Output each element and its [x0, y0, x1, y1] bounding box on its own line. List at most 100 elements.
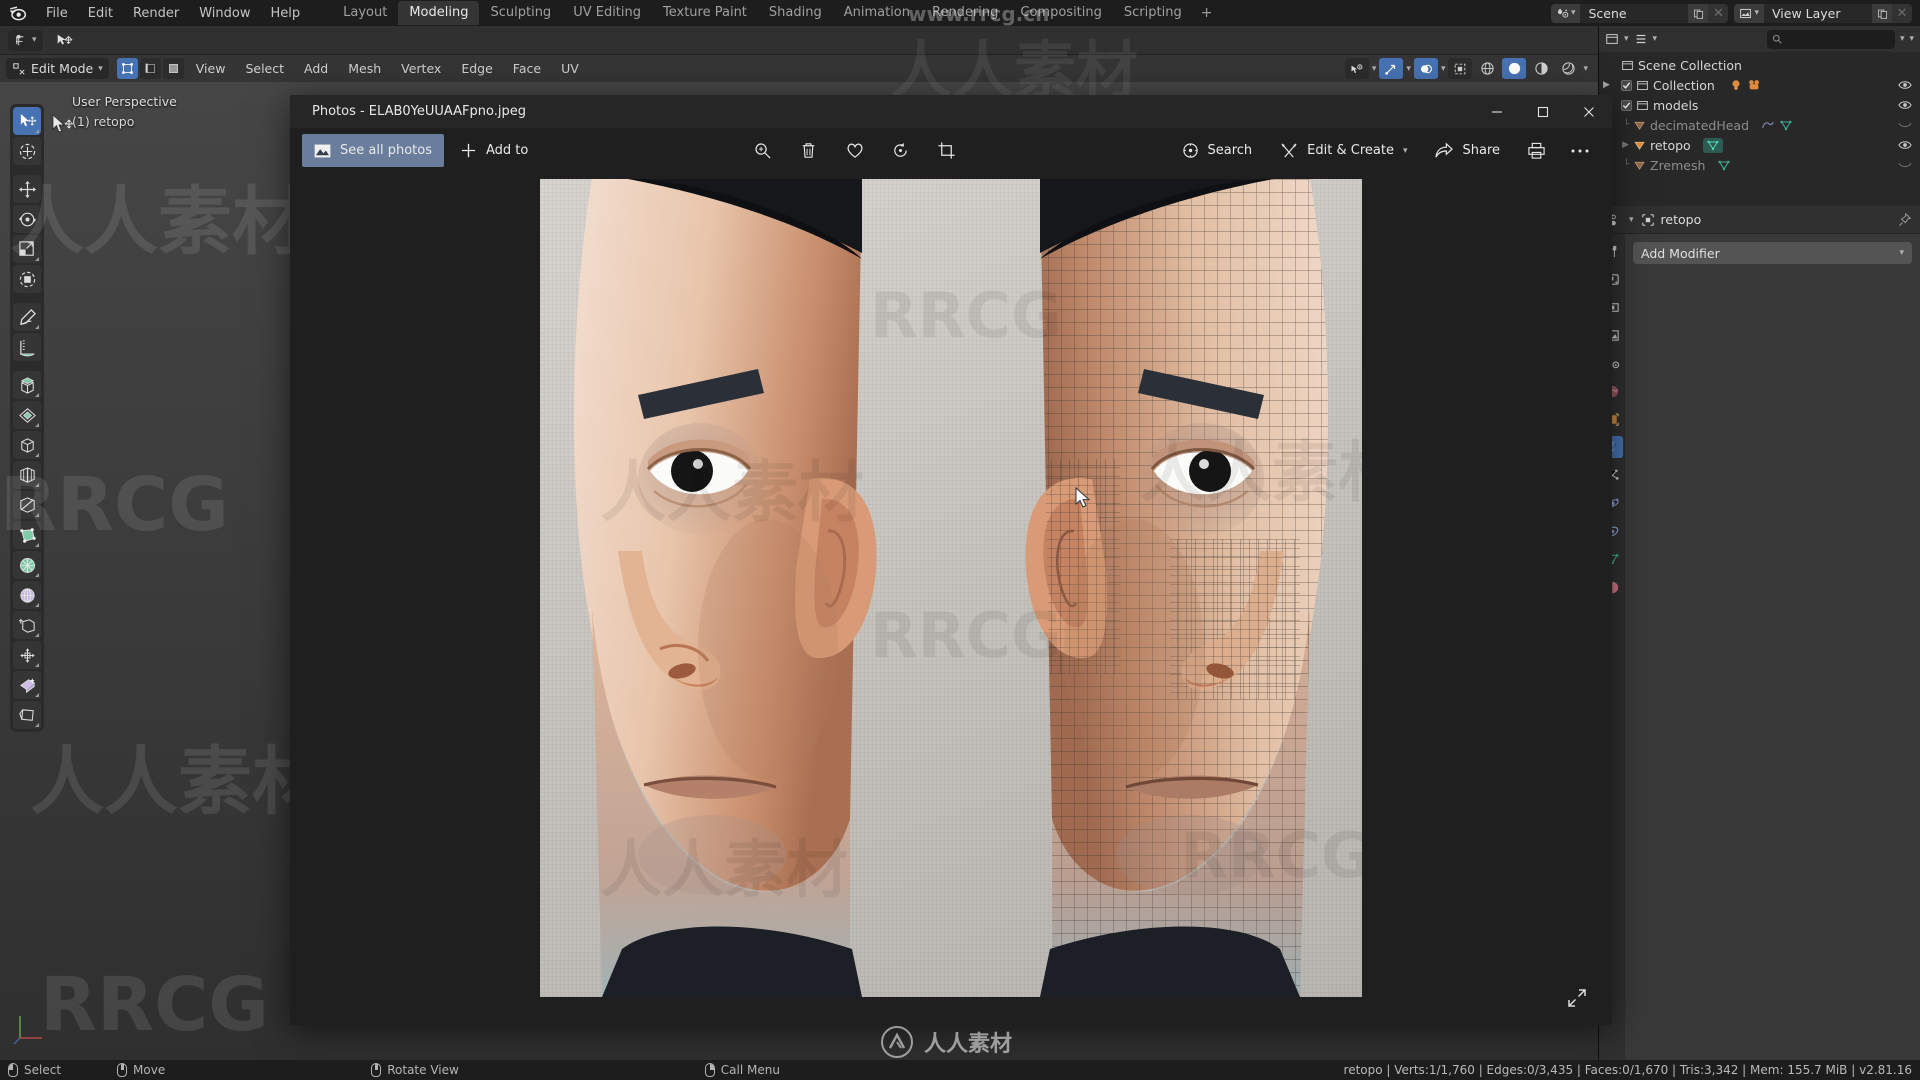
visibility-selectability-dropdown[interactable]: [1344, 58, 1369, 79]
outliner-row-zremesh[interactable]: └ Zremesh: [1603, 155, 1920, 175]
menu-file[interactable]: File: [36, 4, 78, 23]
remove-view-layer-button[interactable]: ✕: [1892, 3, 1912, 23]
active-tool-icon[interactable]: ▾: [8, 29, 43, 51]
workspace-tab-animation[interactable]: Animation: [833, 1, 921, 25]
shading-solid-button[interactable]: [1502, 58, 1527, 79]
tool-knife[interactable]: [13, 491, 41, 519]
photo-viewer-canvas[interactable]: 人人素材 RRCG RRCG 人人素材 RRCG 人人素材: [290, 173, 1612, 1025]
photo-image[interactable]: 人人素材 RRCG RRCG 人人素材 RRCG 人人素材: [540, 179, 1362, 997]
edit-create-button[interactable]: Edit & Create ▾: [1268, 134, 1419, 167]
visibility-toggle-icon[interactable]: [1898, 99, 1912, 111]
toggle-xray-button[interactable]: [1448, 58, 1473, 79]
scene-selector[interactable]: ▾ Scene ✕: [1550, 3, 1729, 23]
menu-help[interactable]: Help: [261, 4, 311, 23]
outliner-row-collection[interactable]: ▶ Collection: [1603, 75, 1920, 95]
outliner-filter-dropdown[interactable]: ▾: [1909, 34, 1914, 44]
tool-smooth[interactable]: [13, 581, 41, 609]
tool-tweak[interactable]: [13, 107, 41, 135]
menu-face[interactable]: Face: [505, 59, 549, 78]
workspace-tab-compositing[interactable]: Compositing: [1009, 1, 1113, 25]
visibility-toggle-icon[interactable]: [1898, 161, 1912, 169]
expand-arrow-icon[interactable]: ▶: [1603, 80, 1617, 90]
tool-inset-faces[interactable]: [13, 401, 41, 429]
tool-select-box[interactable]: [13, 137, 41, 165]
outliner-row-models[interactable]: ▼ models: [1603, 95, 1920, 115]
crop-icon[interactable]: [927, 134, 967, 167]
tool-shrink-fatten[interactable]: [13, 641, 41, 669]
chevron-down-icon[interactable]: ▾: [1624, 34, 1629, 44]
outliner-row-decimatedhead[interactable]: └ decimatedHead: [1603, 115, 1920, 135]
tool-poly-build[interactable]: [13, 521, 41, 549]
outliner-row-scene-collection[interactable]: Scene Collection: [1603, 55, 1920, 75]
shading-rendered-button[interactable]: [1556, 58, 1580, 79]
tool-move[interactable]: [13, 175, 41, 203]
menu-uv[interactable]: UV: [553, 59, 587, 78]
add-modifier-button[interactable]: Add Modifier ▾: [1633, 242, 1912, 264]
workspace-tab-sculpting[interactable]: Sculpting: [479, 1, 562, 25]
photos-titlebar[interactable]: Photos - ELAB0YeUUAAFpno.jpeg: [290, 95, 1612, 128]
tool-annotate[interactable]: [13, 303, 41, 331]
vertex-select-mode-button[interactable]: [116, 58, 138, 79]
chevron-down-icon[interactable]: ▾: [1629, 215, 1634, 225]
tool-transform[interactable]: [13, 265, 41, 293]
maximize-button[interactable]: [1520, 95, 1566, 128]
menu-window[interactable]: Window: [189, 4, 260, 23]
visibility-toggle-icon[interactable]: [1898, 79, 1912, 91]
menu-add[interactable]: Add: [296, 59, 336, 78]
chevron-down-icon[interactable]: ▾: [1441, 64, 1446, 74]
menu-mesh[interactable]: Mesh: [340, 59, 389, 78]
tool-edge-slide[interactable]: [13, 611, 41, 639]
workspace-tab-uv-editing[interactable]: UV Editing: [562, 1, 652, 25]
shading-wireframe-button[interactable]: [1475, 58, 1499, 79]
visibility-toggle-icon[interactable]: [1898, 139, 1912, 151]
chevron-down-icon[interactable]: ▾: [1372, 64, 1377, 74]
workspace-tab-rendering[interactable]: Rendering: [921, 1, 1009, 25]
search-button[interactable]: Search: [1170, 134, 1265, 167]
delete-icon[interactable]: [789, 134, 829, 167]
menu-edit[interactable]: Edit: [78, 4, 123, 23]
show-overlays-button[interactable]: [1413, 58, 1438, 79]
menu-view[interactable]: View: [188, 59, 234, 78]
show-gizmo-button[interactable]: [1379, 58, 1404, 79]
tool-measure[interactable]: [13, 333, 41, 361]
chevron-down-icon[interactable]: ▾: [1653, 34, 1658, 44]
menu-edge[interactable]: Edge: [453, 59, 500, 78]
chevron-down-icon[interactable]: ▾: [1406, 64, 1411, 74]
menu-select[interactable]: Select: [237, 59, 292, 78]
workspace-tab-scripting[interactable]: Scripting: [1113, 1, 1193, 25]
more-options-icon[interactable]: [1560, 134, 1600, 167]
tool-scale[interactable]: [13, 235, 41, 263]
tool-rotate[interactable]: [13, 205, 41, 233]
menu-render[interactable]: Render: [123, 4, 189, 23]
collection-checkbox[interactable]: [1621, 79, 1632, 91]
shading-material-preview-button[interactable]: [1529, 58, 1553, 79]
outliner-display-mode-icon[interactable]: [1634, 32, 1648, 46]
tool-bevel[interactable]: [13, 431, 41, 459]
tool-spin[interactable]: [13, 551, 41, 579]
photos-window[interactable]: Photos - ELAB0YeUUAAFpno.jpeg See all ph…: [290, 95, 1612, 1025]
tool-loop-cut[interactable]: [13, 461, 41, 489]
collection-checkbox[interactable]: [1621, 99, 1632, 111]
tweak-tool-icon[interactable]: [49, 30, 79, 51]
edge-select-mode-button[interactable]: [139, 58, 161, 79]
favorite-icon[interactable]: [835, 134, 875, 167]
print-icon[interactable]: [1516, 134, 1556, 167]
tool-shear[interactable]: [13, 701, 41, 729]
tool-rip-region[interactable]: [13, 671, 41, 699]
editor-type-icon[interactable]: [1605, 32, 1619, 46]
remove-scene-button[interactable]: ✕: [1708, 3, 1729, 23]
workspace-tab-modeling[interactable]: Modeling: [398, 1, 480, 25]
minimize-button[interactable]: [1474, 95, 1520, 128]
chevron-down-icon[interactable]: ▾: [1583, 64, 1588, 74]
view-layer-selector[interactable]: ▾ View Layer ✕: [1734, 3, 1912, 23]
see-all-photos-button[interactable]: See all photos: [302, 134, 444, 167]
new-view-layer-button[interactable]: [1872, 3, 1892, 23]
add-workspace-button[interactable]: +: [1193, 5, 1221, 21]
close-button[interactable]: [1566, 95, 1612, 128]
workspace-tab-texture-paint[interactable]: Texture Paint: [652, 1, 758, 25]
face-select-mode-button[interactable]: [162, 58, 184, 79]
pin-icon[interactable]: [1898, 212, 1912, 227]
share-button[interactable]: Share: [1423, 134, 1512, 167]
rotate-icon[interactable]: [881, 134, 921, 167]
expand-icon[interactable]: [1566, 987, 1588, 1009]
